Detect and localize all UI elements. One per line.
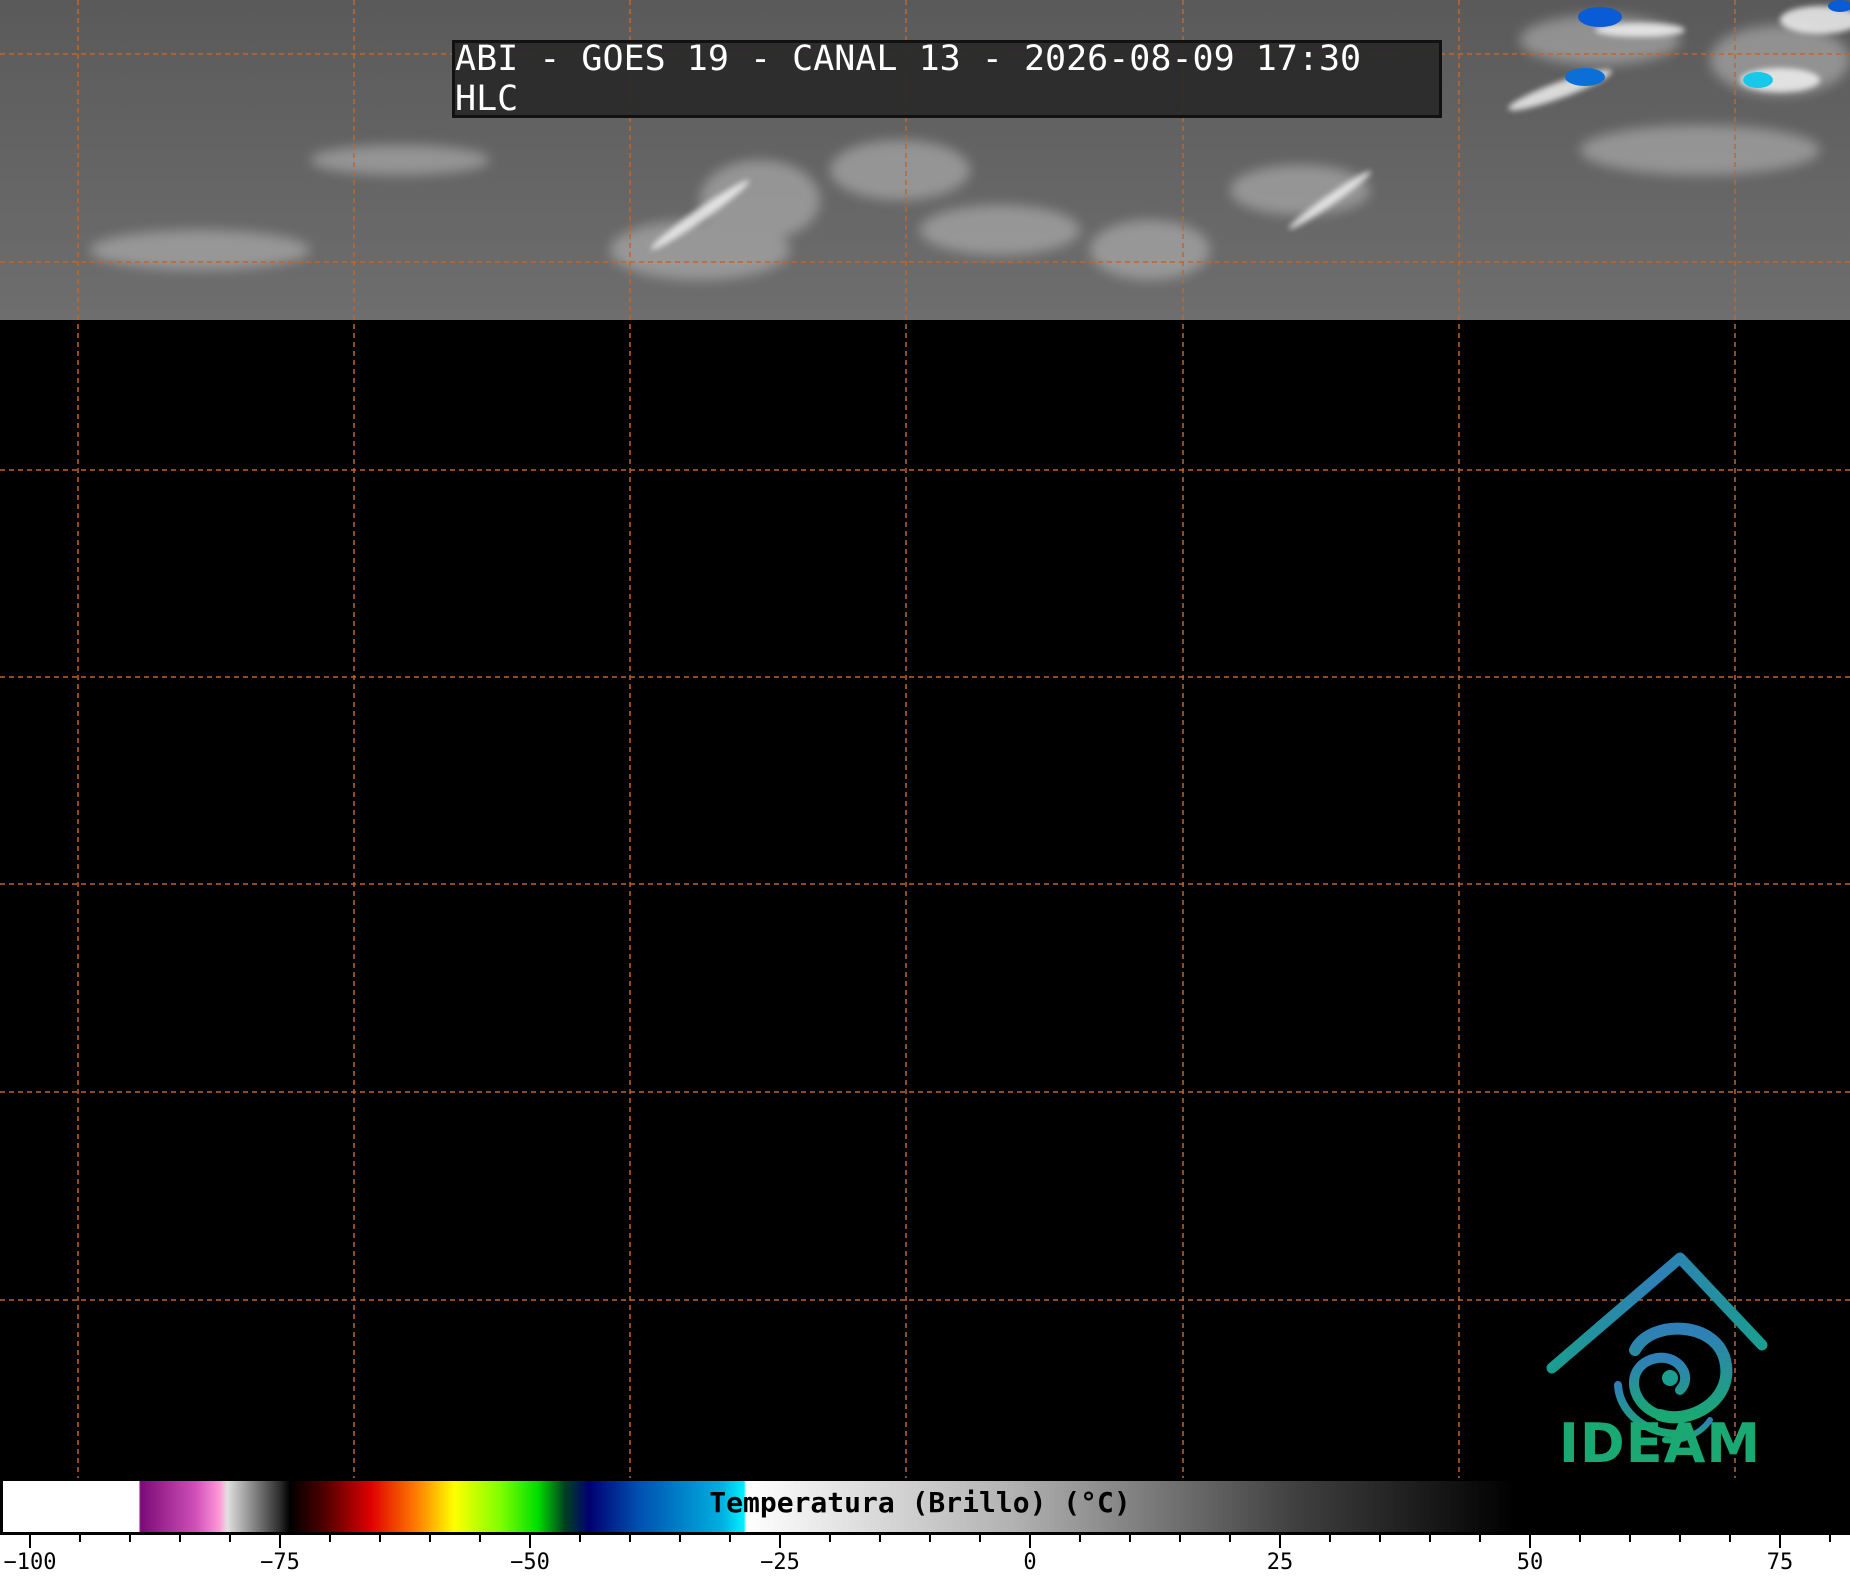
colorbar-tick-label: −25 — [760, 1550, 800, 1575]
image-title: ABI - GOES 19 - CANAL 13 - 2026-08-09 17… — [452, 39, 1442, 119]
colorbar-tick-label: −50 — [510, 1550, 550, 1575]
colorbar-tick-label: 50 — [1517, 1550, 1544, 1575]
colorbar-axis: −100 −75 −50 −25 0 25 50 75 — [0, 1535, 1850, 1577]
colorbar-label: Temperatura (Brillo) (°C) — [709, 1486, 1131, 1519]
colorbar-tick-label: 0 — [1023, 1550, 1036, 1575]
colorbar-tick-label: −75 — [260, 1550, 300, 1575]
colorbar-tick-label: 75 — [1767, 1550, 1794, 1575]
colorbar-tick-label: 25 — [1267, 1550, 1294, 1575]
colorbar-tick-label: −100 — [4, 1550, 57, 1575]
logo-text: IDEAM — [1558, 1412, 1762, 1475]
